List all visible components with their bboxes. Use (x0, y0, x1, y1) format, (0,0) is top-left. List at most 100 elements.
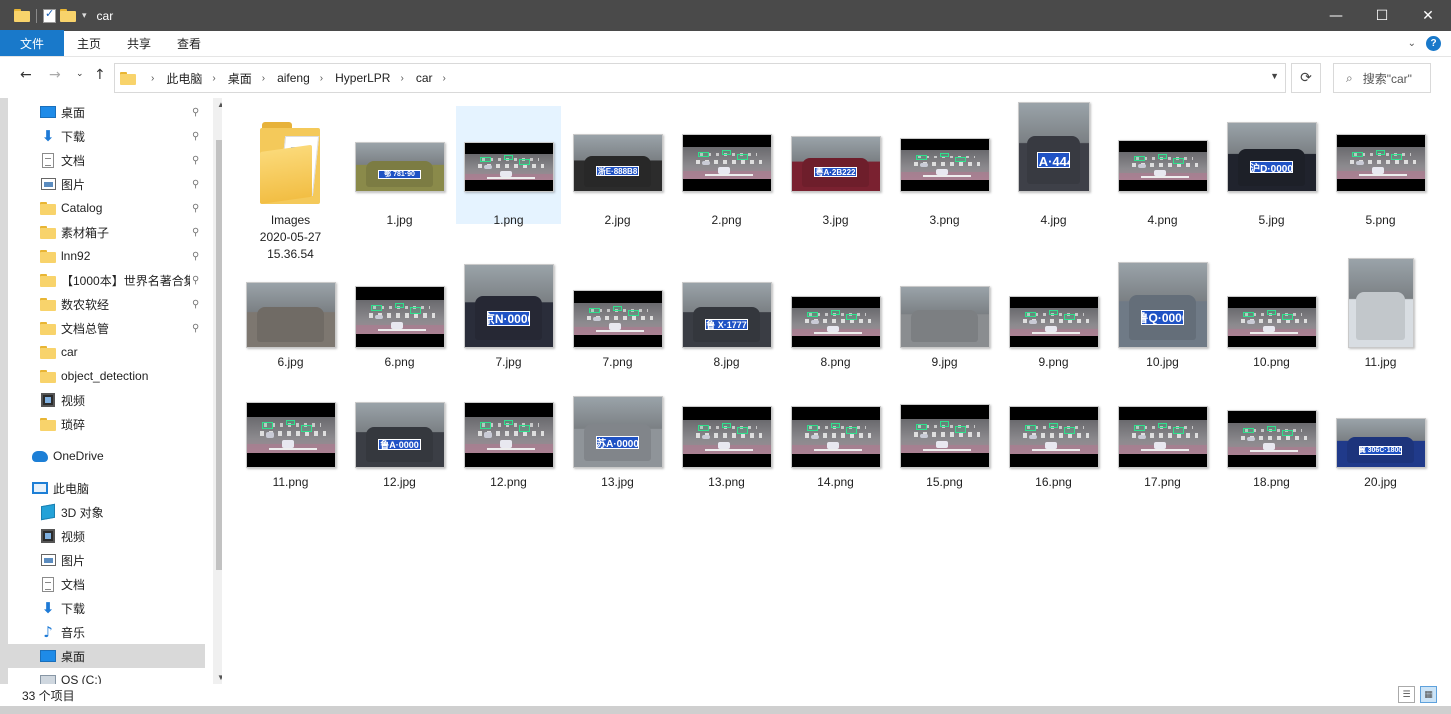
breadcrumb-desktop[interactable]: 桌面 (228, 70, 252, 87)
refresh-button[interactable]: ⟳ (1291, 63, 1321, 93)
nav-item[interactable]: 琐碎 (8, 412, 205, 436)
file-item[interactable]: 鲁A·0000 12.jpg (347, 378, 452, 491)
address-bar[interactable]: › 此电脑 › 桌面 › aifeng › HyperLPR › car › ▼ (114, 63, 1286, 93)
nav-item[interactable]: 文档 (8, 572, 205, 596)
chevron-right-icon[interactable]: › (400, 73, 403, 84)
chevron-right-icon[interactable]: › (212, 73, 215, 84)
file-item[interactable]: 11.jpg (1328, 258, 1433, 371)
file-item[interactable]: 6.jpg (238, 258, 343, 371)
file-item[interactable]: 9.jpg (892, 258, 997, 371)
file-item[interactable]: 9.png (1001, 258, 1106, 371)
nav-item[interactable]: lnn92 ⚲ (8, 244, 205, 268)
file-item[interactable]: 2.png (674, 106, 779, 229)
nav-scrollbar[interactable]: ▲ ▼ (213, 98, 222, 684)
nav-item[interactable]: 文档 ⚲ (8, 148, 205, 172)
nav-item[interactable]: 【1000本】世界名著合集 ⚲ (8, 268, 205, 292)
close-button[interactable]: ✕ (1405, 0, 1451, 31)
pin-icon[interactable]: ⚲ (192, 203, 199, 214)
file-item[interactable]: 18.png (1219, 378, 1324, 491)
nav-item[interactable]: 图片 (8, 548, 205, 572)
file-item[interactable]: 16.png (1001, 378, 1106, 491)
forward-button[interactable]: → (49, 67, 61, 83)
pin-icon[interactable]: ⚲ (192, 131, 199, 142)
pin-icon[interactable]: ⚲ (192, 323, 199, 334)
address-history-icon[interactable]: ▼ (1270, 71, 1279, 81)
file-item[interactable]: 8.png (783, 258, 888, 371)
pin-icon[interactable]: ⚲ (192, 227, 199, 238)
file-item[interactable]: 4.png (1110, 106, 1215, 229)
pin-icon[interactable]: ⚲ (192, 179, 199, 190)
file-item[interactable]: 14.png (783, 378, 888, 491)
tab-share[interactable]: 共享 (114, 30, 164, 56)
nav-item[interactable]: ⬇ 下载 ⚲ (8, 124, 205, 148)
file-item[interactable]: 7.png (565, 258, 670, 371)
file-item[interactable]: 沪D·0000 5.jpg (1219, 106, 1324, 229)
file-item[interactable]: 鲁 X·1777 8.jpg (674, 258, 779, 371)
breadcrumb-aifeng[interactable]: aifeng (277, 71, 310, 85)
tab-view[interactable]: 查看 (164, 30, 214, 56)
recent-locations-button[interactable]: ⌄ (76, 69, 84, 79)
nav-item[interactable]: OS (C:) (8, 668, 205, 684)
file-item[interactable]: 1.png (456, 106, 561, 229)
nav-item[interactable]: 视频 (8, 524, 205, 548)
pin-icon[interactable]: ⚲ (192, 155, 199, 166)
nav-item[interactable]: 图片 ⚲ (8, 172, 205, 196)
file-item[interactable]: 京N·0000 7.jpg (456, 258, 561, 371)
nav-item[interactable]: 素材箱子 ⚲ (8, 220, 205, 244)
chevron-right-icon[interactable]: › (262, 73, 265, 84)
breadcrumb-hyperlpr[interactable]: HyperLPR (335, 71, 390, 85)
pin-icon[interactable]: ⚲ (192, 299, 199, 310)
nav-item[interactable]: ♪ 音乐 (8, 620, 205, 644)
file-item[interactable]: 11.png (238, 378, 343, 491)
nav-item[interactable]: 数农软经 ⚲ (8, 292, 205, 316)
folder-item[interactable]: Images 2020-05-27 15.36.54 (238, 106, 343, 263)
nav-item[interactable]: OneDrive (8, 444, 205, 468)
nav-item[interactable]: 桌面 (8, 644, 205, 668)
pin-icon[interactable]: ⚲ (192, 275, 199, 286)
nav-item[interactable]: car (8, 340, 205, 364)
chevron-right-icon[interactable]: › (320, 73, 323, 84)
file-item[interactable]: 川A·4444 4.jpg (1001, 102, 1106, 229)
maximize-button[interactable]: ☐ (1359, 0, 1405, 31)
nav-item[interactable]: 文档总管 ⚲ (8, 316, 205, 340)
customize-toolbar-icon[interactable]: ▾ (82, 10, 87, 21)
breadcrumb-car[interactable]: car (416, 71, 433, 85)
file-item[interactable]: 15.png (892, 378, 997, 491)
details-view-icon[interactable]: ☰ (1398, 686, 1415, 703)
file-item[interactable]: 6.png (347, 258, 452, 371)
nav-item[interactable]: 视频 (8, 388, 205, 412)
breadcrumb-this-pc[interactable]: 此电脑 (166, 70, 202, 87)
up-button[interactable]: ↑ (94, 67, 106, 83)
chevron-right-icon[interactable]: › (442, 73, 445, 84)
file-item[interactable]: 13.png (674, 378, 779, 491)
nav-item[interactable]: Catalog ⚲ (8, 196, 205, 220)
help-icon[interactable]: ? (1426, 36, 1441, 51)
new-folder-icon[interactable] (60, 9, 76, 22)
file-item[interactable]: 浙E·888B8 2.jpg (565, 106, 670, 229)
file-item[interactable]: 鄂 781·90 1.jpg (347, 106, 452, 229)
file-item[interactable]: 10.png (1219, 258, 1324, 371)
tab-home[interactable]: 主页 (64, 30, 114, 56)
file-item[interactable]: 鲁Q·0000 10.jpg (1110, 258, 1215, 371)
file-item[interactable]: 12.png (456, 378, 561, 491)
tab-file[interactable]: 文件 (0, 30, 64, 56)
large-icons-view-icon[interactable]: ▦ (1420, 686, 1437, 703)
pin-icon[interactable]: ⚲ (192, 251, 199, 262)
chevron-right-icon[interactable]: › (151, 73, 154, 84)
nav-item[interactable]: 3D 对象 (8, 500, 205, 524)
search-input[interactable]: ⌕ 搜索"car" (1333, 63, 1431, 93)
nav-item[interactable]: object_detection (8, 364, 205, 388)
properties-icon[interactable] (43, 7, 56, 23)
file-item[interactable]: 17.png (1110, 378, 1215, 491)
nav-item[interactable]: 此电脑 (8, 476, 205, 500)
file-item[interactable]: 冀 306C·1800 20.jpg (1328, 378, 1433, 491)
file-item[interactable]: 苏A·0000 13.jpg (565, 378, 670, 491)
file-item[interactable]: 粤A·2B222 3.jpg (783, 106, 888, 229)
file-item[interactable]: 3.png (892, 106, 997, 229)
file-item[interactable]: 5.png (1328, 106, 1433, 229)
nav-item[interactable]: ⬇ 下载 (8, 596, 205, 620)
expand-ribbon-icon[interactable]: ⌄ (1408, 38, 1416, 49)
nav-item[interactable]: 桌面 ⚲ (8, 100, 205, 124)
minimize-button[interactable]: — (1313, 0, 1359, 31)
back-button[interactable]: ← (20, 67, 32, 83)
